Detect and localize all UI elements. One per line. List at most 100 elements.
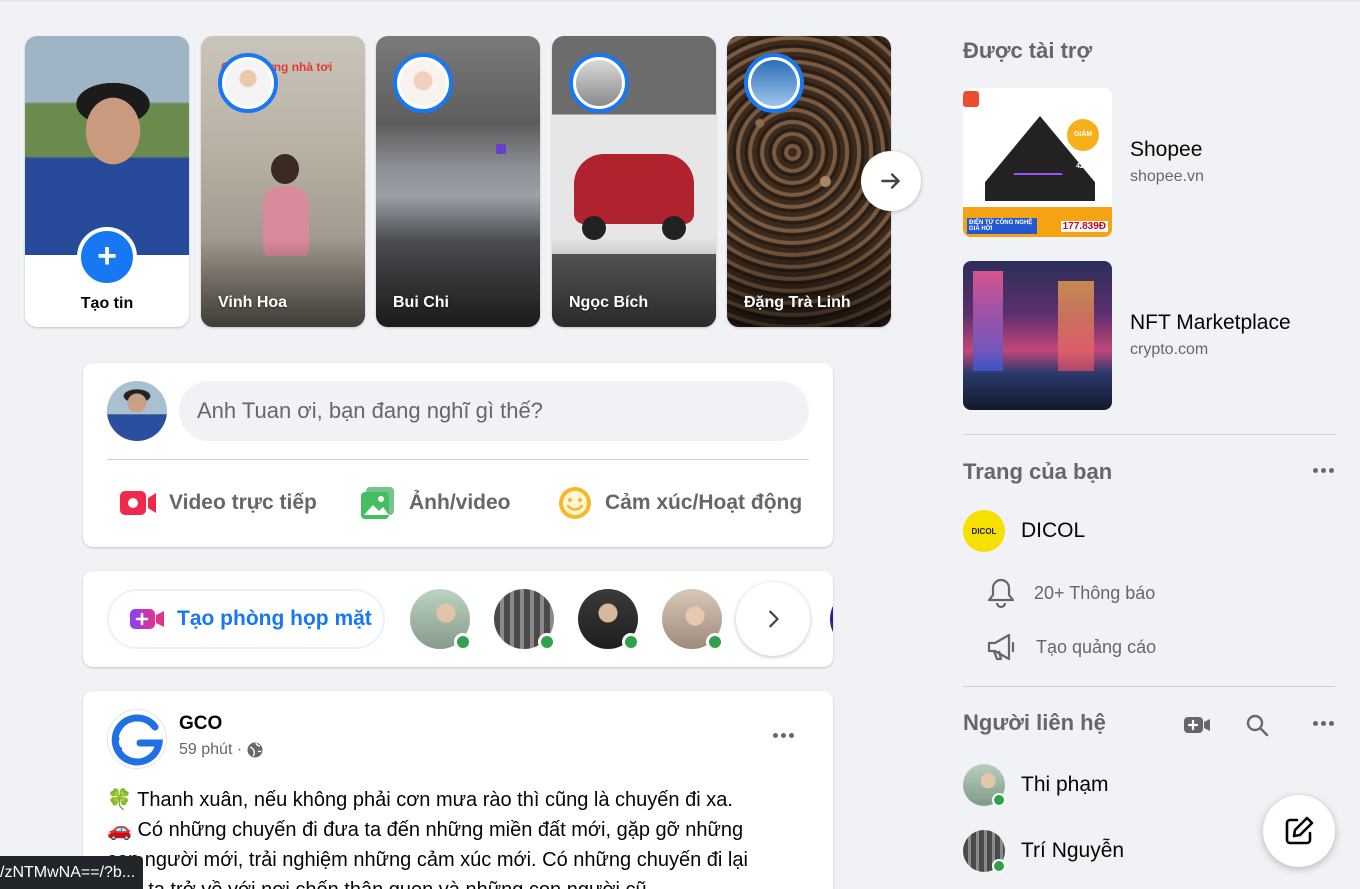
story-avatar	[218, 53, 278, 113]
arrow-right-icon	[881, 173, 900, 189]
contact-item[interactable]: Trí Nguyễn	[963, 830, 1125, 873]
rooms-next-button[interactable]	[736, 582, 810, 656]
link-status-bar: /zNTMwNA==/?b...	[0, 856, 144, 889]
story-card-vinh-hoa[interactable]: Chúc mừng nhà tơi Vinh Hoa	[201, 36, 365, 327]
plus-icon: +	[77, 227, 137, 287]
create-ad-link[interactable]: Tạo quảng cáo	[986, 632, 1156, 662]
story-author-name: Vinh Hoa	[218, 294, 288, 311]
your-pages-more-button[interactable]	[1309, 460, 1337, 480]
composer-input[interactable]	[179, 381, 809, 441]
online-indicator	[454, 633, 472, 651]
video-plus-icon	[1184, 717, 1210, 733]
create-story-label: Tạo tin	[80, 295, 134, 312]
feed-post: GCO 59 phút · 🍀 Thanh xuân, nếu không ph…	[83, 691, 833, 889]
post-line: con người mới, trải nghiệm những cảm xúc…	[107, 849, 748, 871]
room-contact-avatar[interactable]	[662, 589, 724, 651]
globe-icon	[247, 742, 263, 758]
ad-discount-badge: GIẢM 42%	[1067, 119, 1099, 170]
contacts-heading: Người liên hệ	[963, 710, 1106, 735]
contact-item[interactable]: Thi phạm	[963, 764, 1109, 807]
smiley-icon	[559, 487, 591, 519]
ad-title: NFT Marketplace	[1130, 311, 1291, 334]
post-time[interactable]: 59 phút ·	[179, 741, 242, 759]
post-line: đưa ta trở về với nơi chốn thân quen và …	[107, 875, 787, 889]
search-icon	[1246, 714, 1269, 737]
avatar	[963, 830, 1006, 873]
avatar	[963, 764, 1006, 807]
live-video-label: Video trực tiếp	[169, 491, 317, 514]
sponsored-heading: Được tài trợ	[963, 38, 1093, 63]
story-car	[574, 154, 694, 224]
search-contacts-button[interactable]	[1242, 710, 1272, 740]
post-author-name[interactable]: GCO	[179, 713, 222, 735]
feeling-activity-label: Cảm xúc/Hoạt động	[605, 491, 803, 514]
gco-logo-icon	[111, 714, 164, 766]
online-indicator	[706, 633, 724, 651]
divider	[107, 459, 809, 460]
ad-price: 177.839Đ	[1060, 221, 1108, 232]
create-ad-label: Tạo quảng cáo	[1036, 636, 1157, 657]
page-notifications-link[interactable]: 20+ Thông báo	[986, 577, 1155, 609]
story-author-name: Ngọc Bích	[569, 294, 649, 311]
room-contact-avatar[interactable]	[494, 589, 556, 651]
feeling-activity-button[interactable]: Cảm xúc/Hoạt động	[557, 477, 802, 529]
shopee-logo-icon	[963, 91, 979, 107]
stories-next-button[interactable]	[861, 151, 921, 211]
create-room-button[interactable]: Tạo phòng họp mặt	[107, 589, 385, 649]
story-card-bui-chi[interactable]: Bui Chi	[376, 36, 540, 327]
post-more-button[interactable]	[767, 723, 799, 747]
divider	[963, 686, 1335, 687]
edit-icon	[1285, 816, 1314, 845]
page-dicol[interactable]: DICOL DICOL	[963, 510, 1085, 552]
story-avatar	[569, 53, 629, 113]
ad-promo-tag: ĐIỆN TỬ CÔNG NGHỆ GIÁ HỜI	[967, 218, 1037, 234]
ad-image: GIẢM 42% ĐIỆN TỬ CÔNG NGHỆ GIÁ HỜI 177.8…	[963, 88, 1112, 237]
create-room-label: Tạo phòng họp mặt	[177, 607, 372, 630]
story-author-name: Đặng Trà Linh	[744, 294, 851, 311]
chevron-right-icon	[769, 610, 779, 628]
room-contact-avatar[interactable]	[830, 589, 833, 649]
post-line: 🍀 Thanh xuân, nếu không phải cơn mưa rào…	[107, 789, 733, 811]
story-avatar	[744, 53, 804, 113]
live-video-button[interactable]: Video trực tiếp	[119, 477, 317, 529]
post-meta: 59 phút ·	[179, 741, 264, 759]
ad-image	[963, 261, 1112, 410]
notifications-label: 20+ Thông báo	[1034, 582, 1156, 603]
photo-icon	[361, 487, 394, 519]
top-divider	[0, 0, 1360, 2]
divider	[963, 434, 1335, 435]
post-body: 🍀 Thanh xuân, nếu không phải cơn mưa rào…	[107, 785, 787, 889]
video-camera-icon	[120, 491, 156, 515]
online-indicator	[622, 633, 640, 651]
create-story-card[interactable]: + Tạo tin	[25, 36, 189, 327]
ad-domain: shopee.vn	[1130, 168, 1204, 185]
story-avatar	[393, 53, 453, 113]
contact-name: Trí Nguyễn	[1021, 839, 1125, 862]
page-name: DICOL	[1021, 519, 1086, 542]
avatar[interactable]	[107, 381, 167, 441]
post-composer: Video trực tiếp Ảnh/video Cảm xúc/Hoạt đ…	[83, 363, 833, 547]
room-contact-avatar[interactable]	[410, 589, 472, 651]
new-room-button[interactable]	[1182, 710, 1212, 740]
ad-shopee[interactable]: GIẢM 42% ĐIỆN TỬ CÔNG NGHỆ GIÁ HỜI 177.8…	[963, 88, 1335, 238]
photo-video-button[interactable]: Ảnh/video	[359, 477, 511, 529]
contacts-more-button[interactable]	[1309, 713, 1337, 733]
rooms-bar: Tạo phòng họp mặt	[83, 571, 833, 667]
your-pages-heading: Trang của bạn	[963, 459, 1113, 484]
online-indicator	[992, 793, 1006, 807]
story-author-name: Bui Chi	[393, 294, 449, 311]
room-contact-avatar[interactable]	[578, 589, 640, 651]
page-logo: DICOL	[963, 510, 1005, 552]
stories-tray: + Tạo tin Chúc mừng nhà tơi Vinh Hoa Bui…	[25, 36, 891, 327]
new-message-button[interactable]	[1263, 795, 1335, 867]
ad-nft-marketplace[interactable]: NFT Marketplace crypto.com	[963, 261, 1335, 411]
story-card-ngoc-bich[interactable]: Ngọc Bích	[552, 36, 716, 327]
contact-name: Thi phạm	[1021, 773, 1109, 796]
ad-title: Shopee	[1130, 138, 1203, 161]
bell-icon	[987, 578, 1015, 609]
post-author-avatar[interactable]	[107, 709, 167, 769]
online-indicator	[992, 859, 1006, 873]
photo-video-label: Ảnh/video	[409, 491, 511, 514]
video-plus-icon	[130, 609, 164, 629]
megaphone-icon	[987, 633, 1015, 661]
